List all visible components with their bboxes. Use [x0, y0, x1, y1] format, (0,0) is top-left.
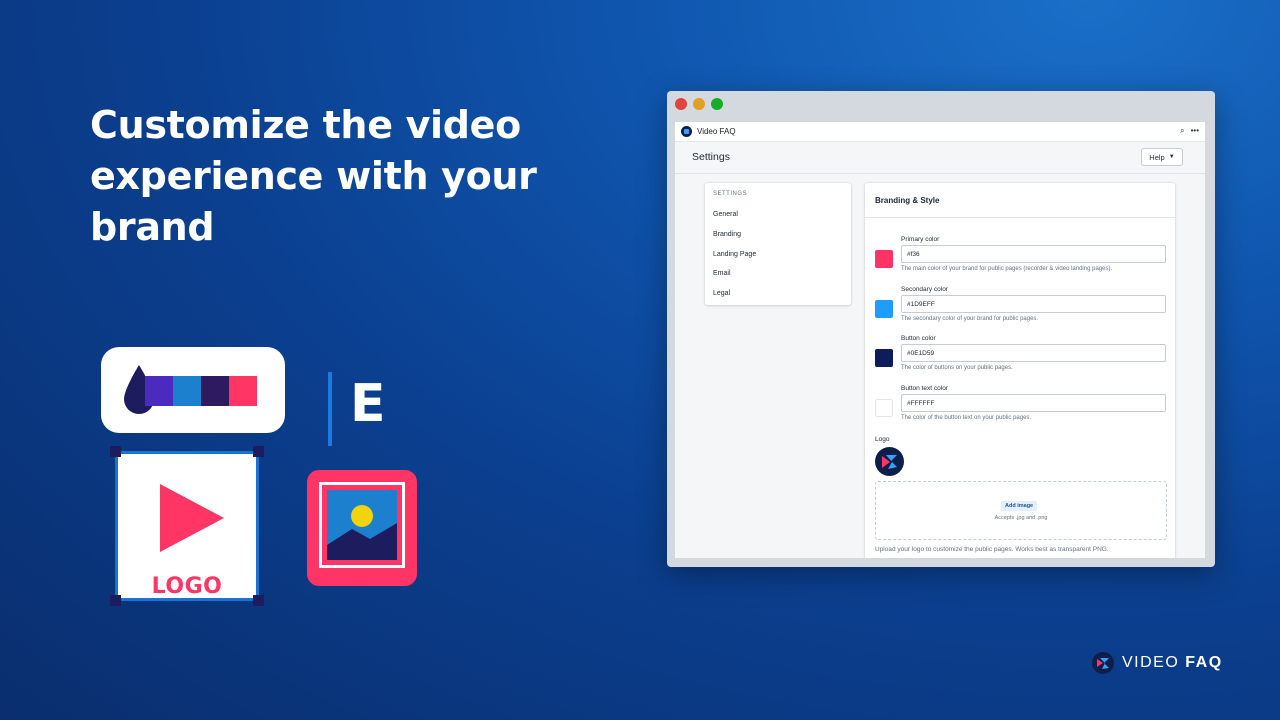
resize-handle: [253, 446, 264, 457]
secondary-color-swatch[interactable]: [875, 300, 893, 318]
video-faq-logo-icon: [882, 455, 897, 469]
palette-swatch: [173, 376, 201, 406]
image-illustration: [307, 470, 417, 586]
logo-text: LOGO: [151, 574, 223, 599]
field-label: Primary color: [901, 236, 940, 243]
brand-logo-icon: [1097, 658, 1109, 669]
upload-note: Upload your logo to customize the public…: [875, 546, 1109, 553]
palette-swatches: [145, 376, 257, 406]
pin-icon[interactable]: ⌕: [1180, 126, 1184, 136]
add-image-button[interactable]: Add image: [1001, 501, 1038, 511]
font-letter: E: [350, 374, 386, 434]
app-name: Video FAQ: [697, 127, 736, 136]
text-cursor-bar: [328, 372, 332, 446]
hero-headline: Customize the video experience with your…: [90, 103, 537, 249]
field-label: Button text color: [901, 385, 948, 392]
help-button[interactable]: Help ▼: [1141, 148, 1183, 166]
image-frame: [319, 482, 405, 568]
palette-swatch: [145, 376, 173, 406]
field-help: The color of buttons on your public page…: [901, 365, 1013, 371]
primary-color-swatch[interactable]: [875, 250, 893, 268]
logo-dropzone[interactable]: Add image Accepts .jpg and .png: [875, 481, 1167, 540]
button-color-swatch[interactable]: [875, 349, 893, 367]
sidenav-heading: SETTINGS: [713, 191, 748, 197]
palette-swatch: [229, 376, 257, 406]
app-content: Video FAQ ⌕ ••• Settings Help ▼ SETTINGS…: [675, 122, 1205, 558]
branding-style-card: Branding & Style Primary color #f36 The …: [865, 183, 1175, 558]
field-help: The main color of your brand for public …: [901, 266, 1113, 272]
button-text-color-swatch[interactable]: [875, 399, 893, 417]
video-faq-brand-icon: [1092, 652, 1114, 674]
button-text-color-input[interactable]: #FFFFFF: [901, 394, 1166, 412]
sidenav-item-email[interactable]: Email: [705, 264, 851, 284]
app-bar: Video FAQ ⌕ •••: [675, 122, 1205, 142]
brand-word-light: VIDEO: [1122, 654, 1180, 671]
maximize-window-button[interactable]: [711, 98, 723, 110]
logo-preview: [875, 447, 904, 476]
video-faq-app-icon: [681, 126, 692, 137]
play-icon: [160, 484, 224, 552]
field-help: The secondary color of your brand for pu…: [901, 316, 1039, 322]
app-bar-actions: ⌕ •••: [1180, 126, 1199, 136]
page-header: Settings Help ▼: [675, 142, 1205, 174]
palette-swatch: [201, 376, 229, 406]
field-label: Secondary color: [901, 286, 948, 293]
field-help: The color of the button text on your pub…: [901, 415, 1032, 421]
brand-word-bold: FAQ: [1185, 654, 1223, 671]
chevron-down-icon: ▼: [1168, 154, 1175, 160]
close-window-button[interactable]: [675, 98, 687, 110]
sidenav-item-landing-page[interactable]: Landing Page: [705, 245, 851, 265]
button-color-input[interactable]: #0E1D59: [901, 344, 1166, 362]
window-controls: [675, 98, 723, 110]
sidenav-item-legal[interactable]: Legal: [705, 284, 851, 304]
card-title: Branding & Style: [865, 183, 1175, 218]
accepted-formats-note: Accepts .jpg and .png: [994, 515, 1048, 521]
sidenav-item-general[interactable]: General: [705, 205, 851, 225]
field-label: Button color: [901, 335, 936, 342]
primary-color-input[interactable]: #f36: [901, 245, 1166, 263]
minimize-window-button[interactable]: [693, 98, 705, 110]
color-palette-illustration: [101, 347, 285, 433]
app-window: Video FAQ ⌕ ••• Settings Help ▼ SETTINGS…: [667, 91, 1215, 567]
settings-sidenav: SETTINGS General Branding Landing Page E…: [705, 183, 851, 305]
more-icon[interactable]: •••: [1191, 126, 1199, 136]
sidenav-item-branding[interactable]: Branding: [705, 225, 851, 245]
logo-label: Logo: [875, 436, 890, 443]
brand-footer: VIDEO FAQ: [1092, 652, 1223, 674]
page-title: Settings: [692, 151, 730, 163]
image-icon: [327, 490, 397, 560]
help-button-label: Help: [1149, 152, 1165, 162]
secondary-color-input[interactable]: #1D9EFF: [901, 295, 1166, 313]
logo-illustration: LOGO: [110, 446, 264, 606]
brand-wordmark: VIDEO FAQ: [1122, 654, 1223, 672]
resize-handle: [110, 446, 121, 457]
